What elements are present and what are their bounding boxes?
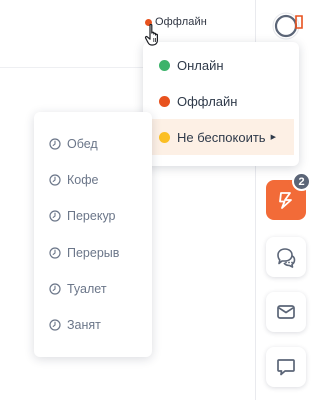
- comment-icon: [277, 359, 295, 376]
- status-dropdown: Онлайн Оффлайн Не беспокоить ▶: [143, 42, 299, 166]
- status-option-offline[interactable]: Оффлайн: [143, 83, 299, 119]
- caret-right-icon: ▶: [270, 134, 276, 141]
- chats-button[interactable]: [266, 237, 306, 277]
- mail-icon: [277, 305, 295, 319]
- dnd-item-lunch[interactable]: Обед: [34, 126, 152, 162]
- status-option-label: Не беспокоить: [177, 129, 266, 145]
- online-dot-icon: [159, 59, 170, 71]
- offline-dot-icon: [159, 95, 170, 107]
- dnd-item-smoke-break[interactable]: Перекур: [34, 198, 152, 234]
- dnd-item-busy[interactable]: Занят: [34, 307, 152, 343]
- clock-icon: [49, 174, 61, 186]
- dnd-submenu: Обед Кофе Перекур Перерыв Туалет Занят: [34, 112, 152, 357]
- dnd-item-label: Перерыв: [67, 245, 120, 260]
- hand-cursor-icon: [144, 23, 158, 46]
- clock-icon: [49, 283, 61, 295]
- status-option-label: Оффлайн: [177, 93, 238, 109]
- status-option-dnd[interactable]: Не беспокоить ▶: [148, 119, 294, 155]
- tasks-icon: [279, 192, 292, 209]
- status-option-label: Онлайн: [177, 57, 224, 73]
- clock-icon: [49, 210, 61, 223]
- page: Оффлайн Онлайн Оффлайн Не беспокоить ▶ О…: [0, 0, 318, 400]
- dnd-item-label: Туалет: [67, 281, 107, 296]
- mail-button[interactable]: [266, 292, 306, 332]
- dnd-dot-icon: [159, 131, 170, 143]
- dnd-item-break[interactable]: Перерыв: [34, 235, 152, 271]
- chats-icon: [277, 248, 296, 268]
- dnd-item-label: Занят: [67, 318, 101, 333]
- dnd-item-label: Перекур: [67, 209, 116, 224]
- tasks-badge: 2: [292, 172, 311, 191]
- clock-icon: [49, 319, 61, 331]
- dnd-item-coffee[interactable]: Кофе: [34, 162, 152, 198]
- search-phone-icon[interactable]: [268, 6, 318, 46]
- clock-icon: [49, 138, 61, 150]
- dnd-item-label: Обед: [67, 137, 98, 152]
- clock-icon: [49, 247, 61, 259]
- dnd-item-label: Кофе: [67, 173, 99, 188]
- comment-button[interactable]: [266, 347, 306, 387]
- status-option-online[interactable]: Онлайн: [143, 47, 299, 83]
- dnd-item-restroom[interactable]: Туалет: [34, 271, 152, 307]
